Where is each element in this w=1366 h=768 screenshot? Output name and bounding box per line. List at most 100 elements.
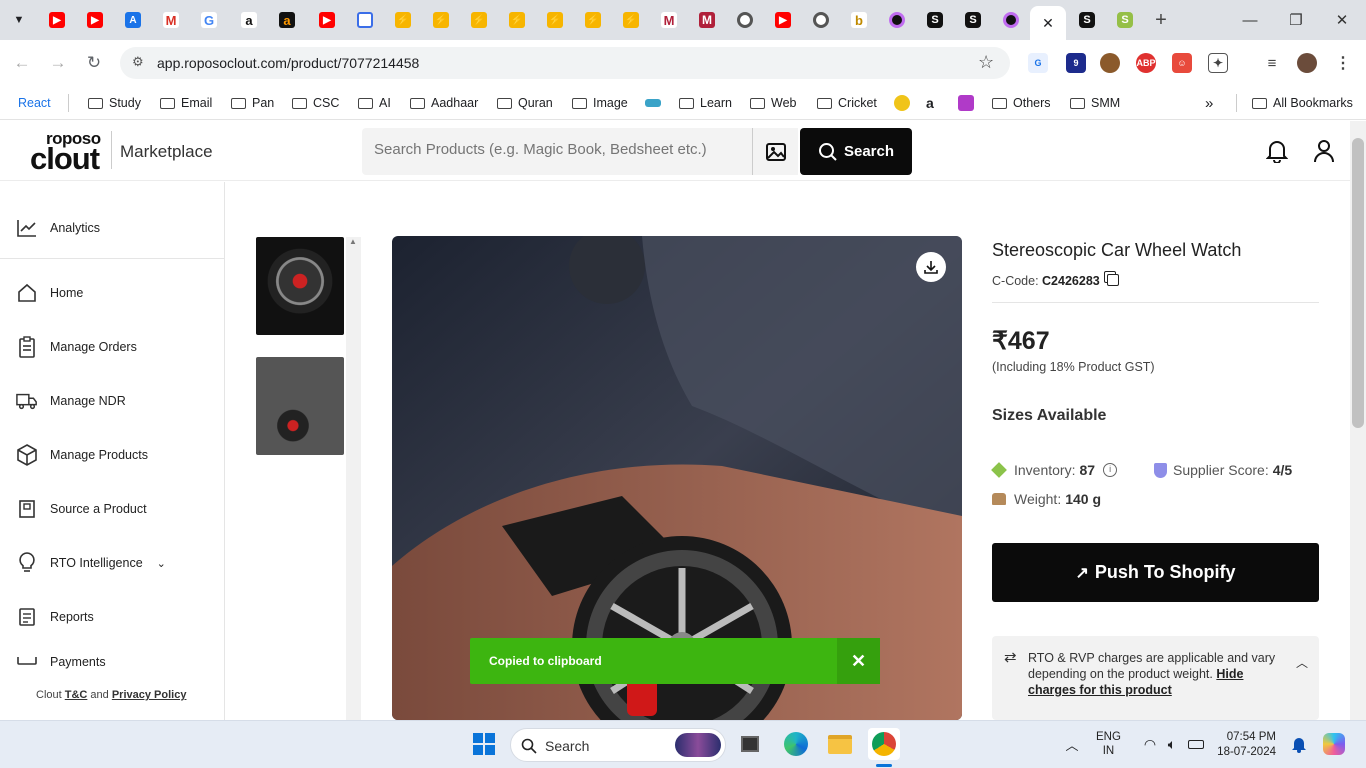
sidebar-item-rto-intelligence[interactable]: RTO Intelligence ⌄ (16, 549, 166, 577)
show-hidden-icons-button[interactable]: ︿ (1058, 730, 1086, 758)
chevron-up-icon[interactable]: ︿ (1296, 654, 1308, 671)
tab-site-18[interactable]: M (656, 8, 682, 32)
media-control-icon[interactable]: ≡ (1262, 53, 1282, 73)
tab-search-dropdown[interactable]: ▼ (6, 8, 32, 32)
search-button[interactable]: Search (800, 128, 912, 175)
bookmark-folder-pan[interactable]: Pan (231, 92, 274, 114)
task-view-button[interactable] (736, 730, 764, 758)
bookmark-folder-image[interactable]: Image (572, 92, 628, 114)
user-account-icon[interactable] (1313, 139, 1335, 163)
bookmark-folder-quran[interactable]: Quran (497, 92, 553, 114)
bookmark-amazon[interactable]: a (926, 92, 934, 114)
tab-site-19[interactable]: M (694, 8, 720, 32)
copy-icon[interactable] (1107, 274, 1120, 286)
toast-close-button[interactable]: ✕ (837, 638, 880, 684)
tab-chrome-1[interactable] (732, 8, 758, 32)
battery-button[interactable] (1182, 730, 1210, 758)
profile-avatar[interactable] (1297, 53, 1317, 73)
tab-shopify-2[interactable]: S (960, 8, 986, 32)
sidebar-item-manage-orders[interactable]: Manage Orders (16, 333, 137, 361)
tab-active[interactable]: ✕ (1030, 6, 1066, 40)
sidebar-item-analytics[interactable]: Analytics (16, 214, 100, 242)
scroll-up-icon[interactable]: ▲ (349, 237, 357, 246)
bookmark-folder-learn[interactable]: Learn (679, 92, 732, 114)
taskbar-edge[interactable] (782, 730, 810, 758)
sidebar-item-payments[interactable]: Payments (16, 657, 106, 669)
tab-gmail[interactable]: M (158, 8, 184, 32)
extension-icon[interactable]: ☺ (1172, 53, 1192, 73)
bookmark-site-wave[interactable] (645, 92, 661, 114)
tab-youtube-3[interactable]: ▶ (314, 8, 340, 32)
tab-site-24[interactable] (884, 8, 910, 32)
tab-site-23[interactable]: b (846, 8, 872, 32)
menu-dots-icon[interactable]: ⋮ (1333, 53, 1353, 73)
tab-chrome-2[interactable] (808, 8, 834, 32)
image-search-button[interactable] (752, 128, 798, 175)
translate-icon[interactable]: G (1028, 53, 1048, 73)
puzzle-icon[interactable]: ✦ (1208, 53, 1228, 73)
minimize-button[interactable]: — (1230, 8, 1270, 32)
bookmark-site-1[interactable] (894, 92, 910, 114)
bookmarks-overflow-button[interactable]: » (1205, 92, 1213, 114)
tab-shopify-3[interactable]: S (1074, 8, 1100, 32)
taskbar-chrome[interactable] (868, 728, 900, 760)
tab-shopify-4[interactable]: S (1112, 8, 1138, 32)
tab-google[interactable]: G (196, 8, 222, 32)
taskbar-file-explorer[interactable] (826, 730, 854, 758)
sidebar-item-home[interactable]: Home (16, 279, 83, 307)
terms-link[interactable]: T&C (65, 689, 88, 701)
download-image-button[interactable] (916, 252, 946, 282)
thumbnail-scrollbar[interactable]: ▲ (346, 237, 361, 720)
tab-amazon-2[interactable]: a (274, 8, 300, 32)
bookmark-folder-email[interactable]: Email (160, 92, 212, 114)
tab-flash-3[interactable]: ⚡ (466, 8, 492, 32)
info-icon[interactable]: i (1103, 463, 1118, 477)
sidebar-item-reports[interactable]: Reports (16, 603, 94, 631)
roposo-clout-logo[interactable]: roposo clout (30, 129, 110, 176)
bookmark-folder-study[interactable]: Study (88, 92, 141, 114)
bookmark-folder-ai[interactable]: AI (358, 92, 391, 114)
tab-flash-1[interactable]: ⚡ (390, 8, 416, 32)
product-thumbnail-2[interactable] (256, 357, 344, 455)
site-info-icon[interactable]: ⚙ (132, 54, 144, 70)
notification-bell-icon[interactable] (1266, 139, 1288, 163)
taskbar-search[interactable]: Search (510, 728, 726, 762)
bookmark-react[interactable]: React (18, 92, 51, 114)
tab-amazon-1[interactable]: a (236, 8, 262, 32)
tab-flash-5[interactable]: ⚡ (542, 8, 568, 32)
page-scrollbar-thumb[interactable] (1352, 138, 1364, 428)
tab-flash-6[interactable]: ⚡ (580, 8, 606, 32)
bookmark-folder-csc[interactable]: CSC (292, 92, 339, 114)
url-text[interactable]: app.roposoclout.com/product/7077214458 (157, 55, 419, 71)
new-tab-button[interactable]: + (1148, 8, 1174, 32)
maximize-button[interactable]: ❐ (1276, 8, 1316, 32)
extension-badge-icon[interactable]: 9 (1066, 53, 1086, 73)
bookmark-folder-others[interactable]: Others (992, 92, 1051, 114)
product-thumbnail-1[interactable] (256, 237, 344, 335)
close-tab-icon[interactable]: ✕ (1042, 15, 1054, 32)
copilot-button[interactable] (1320, 730, 1348, 758)
adblock-icon[interactable]: ABP (1136, 53, 1156, 73)
forward-button[interactable]: → (45, 50, 71, 76)
privacy-policy-link[interactable]: Privacy Policy (112, 689, 187, 701)
back-button[interactable]: ← (9, 50, 35, 76)
address-bar[interactable]: ⚙ app.roposoclout.com/product/7077214458… (120, 47, 1010, 79)
bookmark-folder-aadhaar[interactable]: Aadhaar (410, 92, 478, 114)
cookie-icon[interactable] (1100, 53, 1120, 73)
reload-button[interactable]: ↻ (81, 50, 107, 76)
sidebar-item-manage-ndr[interactable]: Manage NDR (16, 387, 126, 415)
language-indicator[interactable]: ENG IN (1096, 730, 1121, 758)
bookmark-site-2[interactable] (958, 92, 974, 114)
tab-flash-2[interactable]: ⚡ (428, 8, 454, 32)
bookmark-folder-web[interactable]: Web (750, 92, 796, 114)
windows-start-button[interactable] (470, 730, 498, 758)
bookmark-folder-cricket[interactable]: Cricket (817, 92, 877, 114)
tab-flash-4[interactable]: ⚡ (504, 8, 530, 32)
product-search-input[interactable] (374, 141, 734, 158)
tab-site-3[interactable]: A (120, 8, 146, 32)
tab-flash-7[interactable]: ⚡ (618, 8, 644, 32)
close-window-button[interactable]: ✕ (1322, 8, 1362, 32)
all-bookmarks-button[interactable]: All Bookmarks (1252, 92, 1353, 114)
notifications-button[interactable] (1285, 730, 1313, 758)
tab-youtube-4[interactable]: ▶ (770, 8, 796, 32)
